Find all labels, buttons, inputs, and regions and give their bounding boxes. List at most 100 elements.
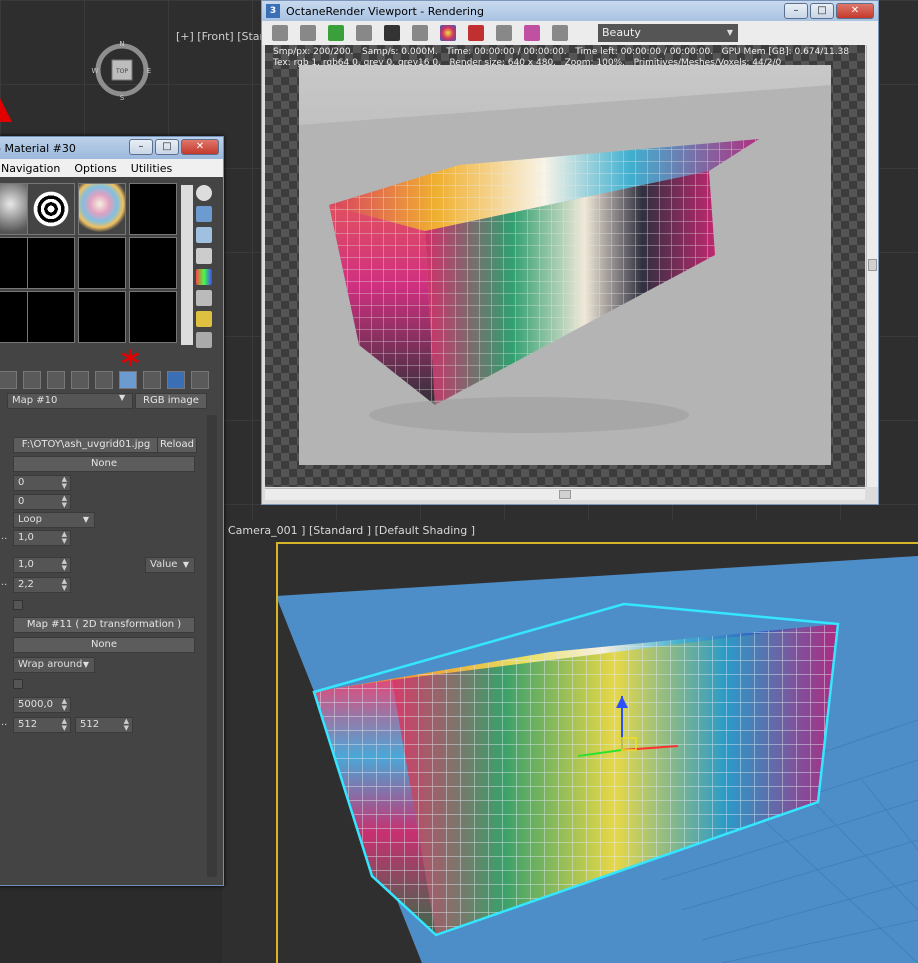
- sample-type-icon[interactable]: [196, 185, 212, 201]
- wrap-mode-dropdown[interactable]: Loop ▼: [13, 512, 95, 528]
- go-forward-icon[interactable]: [143, 371, 161, 389]
- render-pass-dropdown[interactable]: Beauty ▼: [598, 24, 738, 42]
- parameters-scrollbar[interactable]: [207, 415, 217, 877]
- maximize-button[interactable]: □: [155, 139, 179, 155]
- material-picker-icon[interactable]: [524, 25, 540, 41]
- video-color-icon[interactable]: [196, 269, 212, 285]
- value-mode-dropdown[interactable]: Value ▼: [145, 557, 195, 573]
- sample-slot-empty[interactable]: [27, 291, 75, 343]
- background-icon[interactable]: [196, 227, 212, 243]
- none-button-2[interactable]: None: [13, 637, 195, 653]
- sample-slot-empty[interactable]: [78, 291, 126, 343]
- svg-text:N: N: [119, 40, 124, 48]
- lock-icon[interactable]: [356, 25, 372, 41]
- label-ellipsis: ..: [1, 717, 8, 728]
- show-end-result-icon[interactable]: [95, 371, 113, 389]
- menu-navigation[interactable]: Navigation: [1, 162, 60, 175]
- viewport-icon[interactable]: [496, 25, 512, 41]
- maximize-button[interactable]: □: [810, 3, 834, 19]
- render-canvas[interactable]: Smp/px: 200/200. Samp/s: 0.000M. Time: 0…: [265, 45, 865, 487]
- map-name-field[interactable]: Map #10: [7, 393, 133, 409]
- sample-slot-empty[interactable]: [129, 237, 177, 289]
- vertical-scroll-thumb[interactable]: [868, 259, 877, 271]
- resolution-y-spinner[interactable]: 512 ▲ ▼: [75, 717, 133, 733]
- side-toolbar: [196, 181, 216, 353]
- resolution-x-spinner[interactable]: 512 ▲ ▼: [13, 717, 71, 733]
- app-icon: 3: [266, 4, 280, 18]
- material-editor-title: - Material #30: [0, 141, 76, 155]
- label-ellipsis: ..: [1, 531, 8, 542]
- options-icon[interactable]: [196, 311, 212, 327]
- sample-slot-checker[interactable]: [27, 183, 75, 235]
- offset-u-spinner[interactable]: 0 ▲ ▼: [13, 475, 71, 491]
- copy-icon[interactable]: [300, 25, 316, 41]
- reload-button[interactable]: Reload: [157, 437, 197, 453]
- value-c-spinner[interactable]: 2,2 ▲ ▼: [13, 577, 71, 593]
- uv-tiling-icon[interactable]: [196, 248, 212, 264]
- horizontal-scroll-thumb[interactable]: [559, 490, 571, 499]
- transform-map-button[interactable]: Map #11 ( 2D transformation ): [13, 617, 195, 633]
- horizontal-scrollbar[interactable]: [265, 488, 865, 500]
- material-toolbar: [0, 369, 225, 391]
- camera-icon[interactable]: [552, 25, 568, 41]
- color-picker-icon[interactable]: [440, 25, 456, 41]
- sample-slot-empty[interactable]: [78, 237, 126, 289]
- focus-picker-icon[interactable]: [468, 25, 484, 41]
- close-button[interactable]: ✕: [836, 3, 874, 19]
- material-editor-window[interactable]: - Material #30 – □ ✕ Navigation Options …: [0, 136, 224, 886]
- delete-icon[interactable]: [0, 371, 17, 389]
- red-asterisk-marker: *: [121, 344, 140, 385]
- octane-viewport-window[interactable]: 3 OctaneRender Viewport - Rendering – □ …: [261, 0, 879, 505]
- octane-title: OctaneRender Viewport - Rendering: [286, 4, 484, 18]
- offset-v-spinner[interactable]: 0 ▲ ▼: [13, 494, 71, 510]
- label-ellipsis: ..: [1, 577, 8, 588]
- vertical-scrollbar[interactable]: [866, 45, 878, 487]
- svg-text:S: S: [120, 94, 125, 102]
- pick-material-icon[interactable]: [191, 371, 209, 389]
- none-button-1[interactable]: None: [13, 456, 195, 472]
- red-arrow-icon: [0, 98, 12, 122]
- put-to-library-icon[interactable]: [23, 371, 41, 389]
- viewcube-top-face: TOP: [115, 68, 128, 75]
- map-type-button[interactable]: RGB image: [135, 393, 207, 409]
- viewcube-icon[interactable]: TOP N S E W: [90, 38, 154, 102]
- value-a-spinner[interactable]: 1,0 ▲ ▼: [13, 530, 71, 546]
- perspective-viewport-label[interactable]: Camera_001 ] [Standard ] [Default Shadin…: [228, 524, 475, 537]
- material-editor-menubar: Navigation Options Utilities: [0, 159, 223, 177]
- value-b-spinner[interactable]: 1,0 ▲ ▼: [13, 557, 71, 573]
- pause-icon[interactable]: [384, 25, 400, 41]
- close-button[interactable]: ✕: [181, 139, 219, 155]
- material-editor-titlebar[interactable]: - Material #30 – □ ✕: [0, 137, 223, 159]
- slots-scrollbar[interactable]: [181, 185, 193, 345]
- select-by-material-icon[interactable]: [196, 332, 212, 348]
- svg-text:W: W: [92, 67, 99, 75]
- make-preview-icon[interactable]: [196, 290, 212, 306]
- restart-render-icon[interactable]: [328, 25, 344, 41]
- checkbox-1[interactable]: [13, 600, 23, 610]
- region-render-icon[interactable]: [412, 25, 428, 41]
- sample-slot-empty[interactable]: [129, 291, 177, 343]
- backlight-icon[interactable]: [196, 206, 212, 222]
- minimize-button[interactable]: –: [784, 3, 808, 19]
- border-mode-dropdown[interactable]: Wrap around ▼: [13, 657, 95, 673]
- sample-slot-uvgrid[interactable]: [78, 183, 126, 235]
- minimize-button[interactable]: –: [129, 139, 153, 155]
- octane-toolbar: Beauty ▼: [262, 21, 878, 45]
- sample-slot-empty[interactable]: [129, 183, 177, 235]
- sample-slot-empty[interactable]: [27, 237, 75, 289]
- show-in-viewport-icon[interactable]: [71, 371, 89, 389]
- material-id-icon[interactable]: [47, 371, 65, 389]
- get-material-icon[interactable]: [167, 371, 185, 389]
- active-viewport-border: [276, 542, 918, 963]
- menu-utilities[interactable]: Utilities: [131, 162, 172, 175]
- svg-text:E: E: [147, 67, 151, 75]
- send-scene-icon[interactable]: [272, 25, 288, 41]
- value-d-spinner[interactable]: 5000,0 ▲ ▼: [13, 697, 71, 713]
- octane-titlebar[interactable]: 3 OctaneRender Viewport - Rendering – □ …: [262, 1, 878, 21]
- file-path-button[interactable]: F:\OTOY\ash_uvgrid01.jpg: [13, 437, 159, 453]
- menu-options[interactable]: Options: [74, 162, 116, 175]
- chevron-down-icon[interactable]: ▼: [119, 393, 125, 402]
- checkbox-2[interactable]: [13, 679, 23, 689]
- sample-slots: [0, 181, 181, 345]
- render-image: [299, 65, 831, 465]
